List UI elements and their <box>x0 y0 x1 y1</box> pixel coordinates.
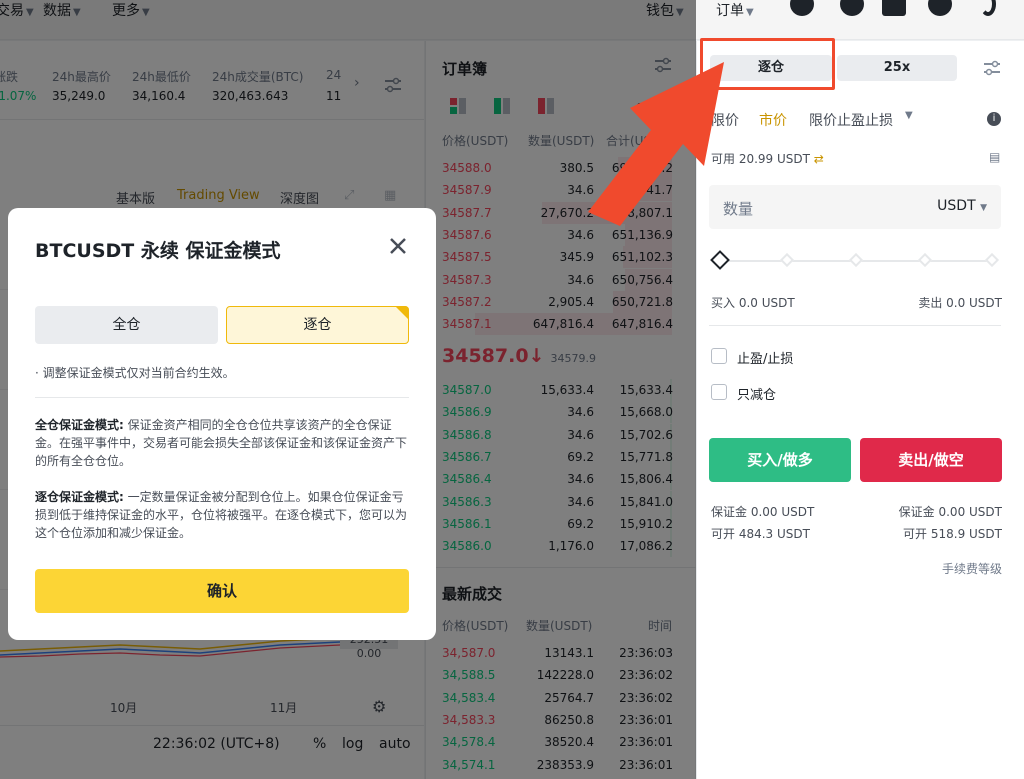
reduce-only-checkbox[interactable] <box>711 384 727 400</box>
slider-handle[interactable] <box>710 250 730 270</box>
chevron-down-icon: ▼ <box>746 7 754 18</box>
trade-panel: 逐仓 25x 限价 市价 限价止盈止损 ▼ i 可用 20.99 USDT ⇄ … <box>696 41 1024 779</box>
modal-note: · 调整保证金模式仅对当前合约生效。 <box>35 366 235 380</box>
tab-market[interactable]: 市价 <box>759 110 787 130</box>
buy-margin: 保证金 0.00 USDT <box>711 505 815 519</box>
divider <box>35 397 409 398</box>
nav-orders-label: 订单 <box>716 3 744 19</box>
available-text: 可用 20.99 USDT <box>711 152 810 166</box>
nav-orders[interactable]: 订单 ▼ <box>716 0 754 19</box>
selected-check-icon <box>395 306 409 320</box>
sell-amount: 卖出 0.0 USDT <box>918 296 1002 310</box>
user-icon[interactable] <box>790 0 814 16</box>
modal-title: BTCUSDT 永续 保证金模式 <box>35 240 281 262</box>
divider <box>709 325 1001 326</box>
tpsl-label: 止盈/止损 <box>737 352 794 367</box>
info-icon[interactable]: i <box>987 112 1001 126</box>
buy-amount: 买入 0.0 USDT <box>711 296 795 310</box>
highlight-box <box>700 38 835 90</box>
help-icon[interactable] <box>882 0 906 16</box>
available-balance: 可用 20.99 USDT ⇄ <box>711 150 824 167</box>
chevron-down-icon: ▼ <box>980 203 987 213</box>
isolated-description: 逐仓保证金模式: 一定数量保证金被分配到仓位上。如果仓位保证金亏损到低于维持保证… <box>35 488 415 542</box>
close-icon[interactable] <box>388 236 408 256</box>
unit-select[interactable]: USDT ▼ <box>937 198 987 214</box>
slider-step[interactable] <box>848 252 864 268</box>
leverage-button[interactable]: 25x <box>837 55 957 81</box>
cross-description: 全仓保证金模式: 保证金资产相同的全仓仓位共享该资产的全仓保证金。在强平事件中，… <box>35 416 415 470</box>
slider-step[interactable] <box>917 252 933 268</box>
quantity-slider[interactable] <box>710 250 1000 270</box>
sell-max-open: 可开 518.9 USDT <box>903 527 1002 541</box>
fee-level-link[interactable]: 手续费等级 <box>942 560 1002 577</box>
backdrop-gap <box>424 0 696 779</box>
quantity-placeholder: 数量 <box>723 200 754 218</box>
tab-limit[interactable]: 限价 <box>711 110 739 130</box>
gear-icon[interactable] <box>928 0 952 16</box>
slider-step[interactable] <box>984 252 1000 268</box>
isolated-margin-option[interactable]: 逐仓 <box>226 306 409 344</box>
tpsl-checkbox[interactable] <box>711 348 727 364</box>
chevron-down-icon[interactable]: ▼ <box>905 110 913 121</box>
transfer-icon[interactable]: ⇄ <box>814 152 824 166</box>
moon-icon[interactable] <box>980 0 996 16</box>
sell-margin: 保证金 0.00 USDT <box>898 505 1002 519</box>
isolated-title: 逐仓保证金模式: <box>35 490 124 504</box>
slider-step[interactable] <box>779 252 795 268</box>
calculator-icon[interactable]: ▤ <box>989 150 1000 164</box>
sell-short-button[interactable]: 卖出/做空 <box>860 438 1002 482</box>
tab-stop-limit[interactable]: 限价止盈止损 <box>809 110 893 130</box>
unit-label: USDT <box>937 198 976 214</box>
margin-mode-modal: BTCUSDT 永续 保证金模式 全仓 逐仓 · 调整保证金模式仅对当前合约生效… <box>8 208 436 640</box>
buy-long-button[interactable]: 买入/做多 <box>709 438 851 482</box>
settings-sliders-icon[interactable] <box>982 59 1002 77</box>
quantity-input[interactable]: 数量 USDT ▼ <box>709 185 1001 229</box>
isolated-label: 逐仓 <box>303 317 332 333</box>
cross-margin-option[interactable]: 全仓 <box>35 306 218 344</box>
buy-max-open: 可开 484.3 USDT <box>711 527 810 541</box>
confirm-button[interactable]: 确认 <box>35 569 409 613</box>
globe-icon[interactable] <box>840 0 864 16</box>
reduce-only-label: 只减仓 <box>737 388 777 403</box>
cross-title: 全仓保证金模式: <box>35 418 124 432</box>
